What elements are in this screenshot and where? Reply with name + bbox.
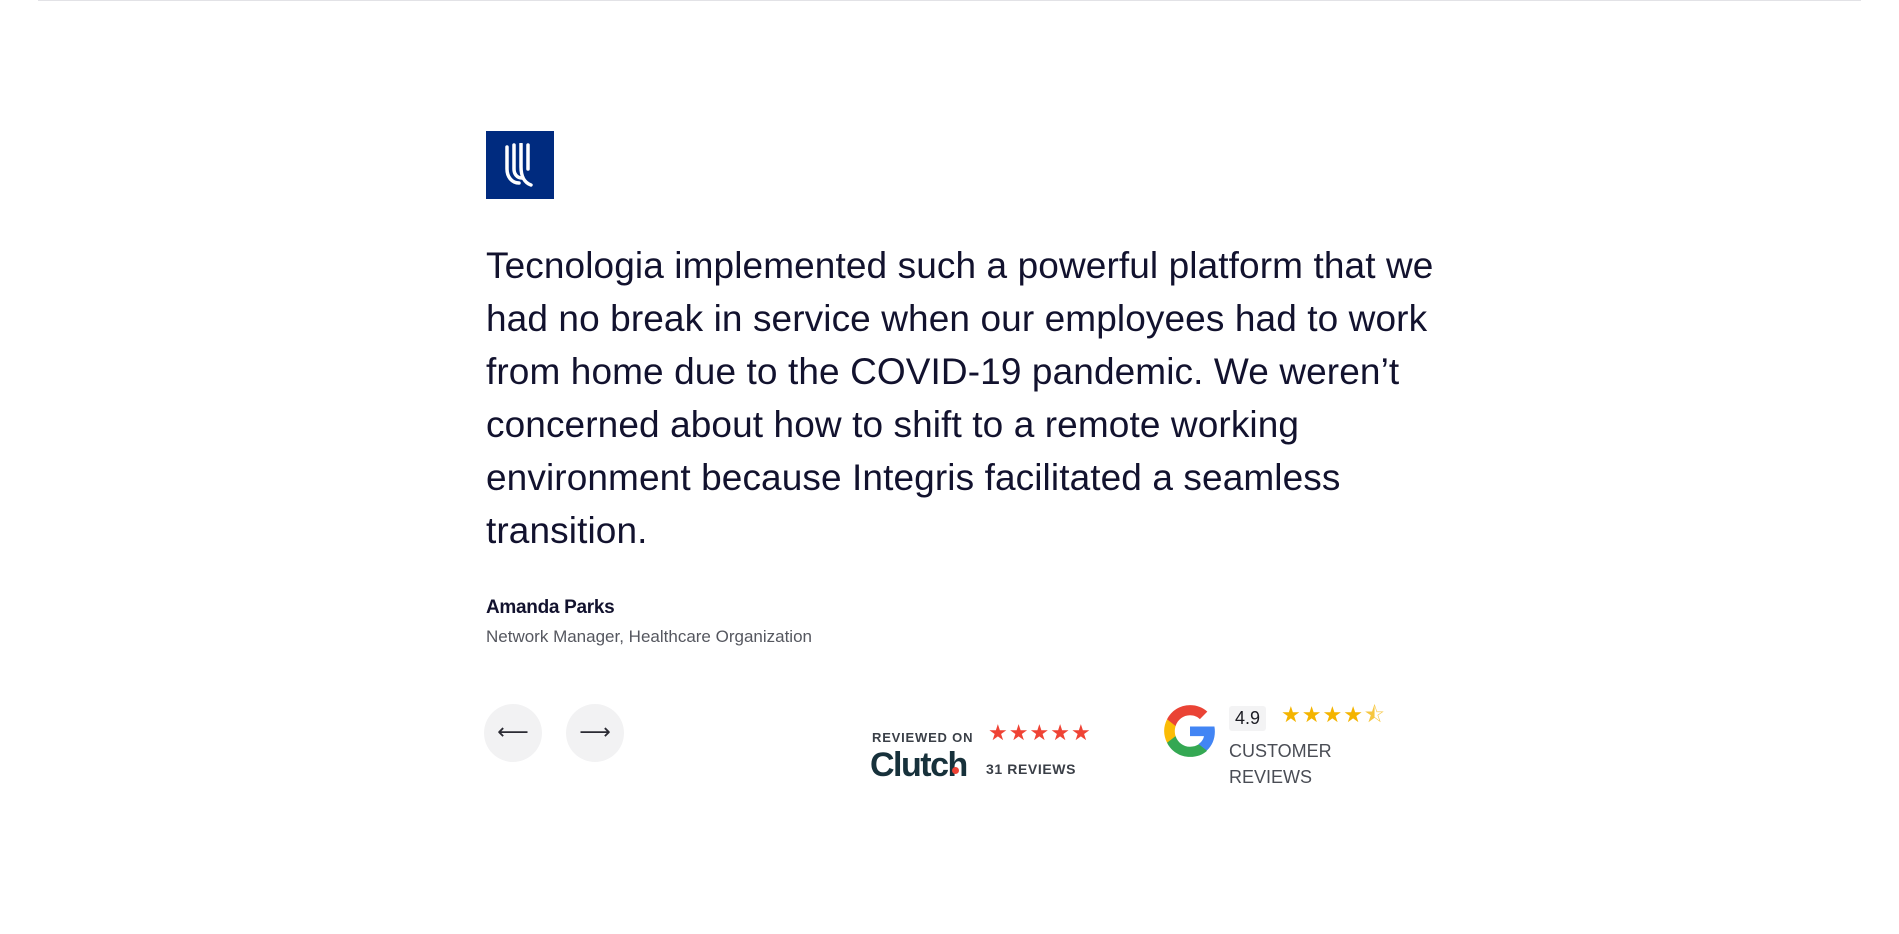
clutch-star-rating: ★ ★ ★ ★ ★ (988, 723, 1091, 745)
author-name: Amanda Parks (486, 597, 615, 618)
unitedhealthcare-u-icon (505, 143, 533, 187)
star-icon: ★ (1008, 721, 1029, 746)
clutch-review-badge[interactable]: REVIEWED ON ★ ★ ★ ★ ★ Clutch 31 REVIEWS (870, 723, 1102, 787)
star-icon: ★ (1050, 721, 1070, 746)
previous-testimonial-button[interactable]: ⟵ (484, 704, 542, 762)
clutch-review-count: 31 REVIEWS (986, 761, 1077, 777)
author-title: Network Manager, Healthcare Organization (486, 627, 812, 646)
clutch-reviewed-on-label: REVIEWED ON (872, 730, 974, 745)
arrow-right-icon: ⟶ (579, 720, 611, 745)
arrow-left-icon: ⟵ (497, 720, 529, 745)
testimonial-quote: Tecnologia implemented such a powerful p… (486, 245, 1434, 551)
star-icon: ★ (1070, 721, 1091, 746)
star-icon: ★ (1301, 703, 1322, 728)
star-icon: ★ (988, 721, 1008, 746)
google-star-rating: ★ ★ ★ ★ ⯪ (1281, 705, 1385, 727)
top-divider (38, 0, 1861, 1)
half-star-icon: ⯪ (1363, 703, 1385, 728)
star-icon: ★ (1322, 703, 1343, 728)
star-icon: ★ (1343, 703, 1363, 728)
star-icon: ★ (1029, 721, 1050, 746)
google-g-icon (1164, 705, 1215, 757)
google-reviews-label: CUSTOMER REVIEWS (1229, 741, 1332, 787)
google-review-badge[interactable]: 4.9 ★ ★ ★ ★ ⯪ CUSTOMER REVIEWS (1163, 703, 1423, 793)
testimonial-card: Tecnologia implemented such a powerful p… (486, 131, 1446, 647)
clutch-logo-dot (952, 767, 959, 774)
company-logo (486, 131, 554, 199)
star-icon: ★ (1281, 703, 1301, 728)
next-testimonial-button[interactable]: ⟶ (566, 704, 624, 762)
google-rating-value: 4.9 (1229, 706, 1267, 731)
clutch-logo: Clutch (870, 746, 968, 784)
